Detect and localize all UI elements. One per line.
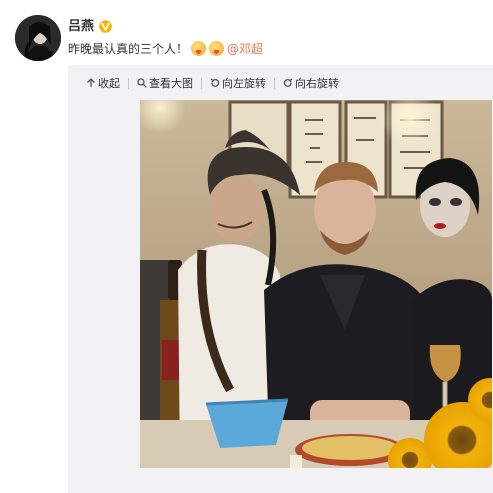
post-photo[interactable] [140, 100, 492, 468]
arrow-up-icon [86, 78, 96, 88]
toolbar-divider [274, 77, 275, 89]
media-panel: 收起 查看大图 向左旋转 向右旋转 [68, 65, 493, 493]
weibo-post: 吕燕 昨晚最认真的三个人！ @邓超 收起 查看大图 向左旋转 向右旋转 [0, 0, 493, 493]
photo-image [140, 100, 492, 468]
rotate-right-label: 向右旋转 [295, 77, 339, 90]
rotate-left-label: 向左旋转 [222, 77, 266, 90]
post-content: 昨晚最认真的三个人！ @邓超 [68, 38, 263, 58]
toolbar-divider [201, 77, 202, 89]
rotate-left-button[interactable]: 向左旋转 [210, 75, 266, 91]
smile-emoji-icon [191, 40, 207, 56]
mention-link[interactable]: @邓超 [227, 40, 263, 57]
rotate-right-button[interactable]: 向右旋转 [283, 75, 339, 91]
verified-badge-icon[interactable] [99, 18, 112, 33]
image-toolbar: 收起 查看大图 向左旋转 向右旋转 [86, 73, 339, 93]
magnifier-icon [137, 78, 147, 88]
author-name[interactable]: 吕燕 [68, 15, 94, 34]
rotate-left-icon [210, 78, 220, 88]
view-large-label: 查看大图 [149, 77, 193, 90]
rotate-right-icon [283, 78, 293, 88]
smile-emoji-icon [209, 40, 225, 56]
post-text: 昨晚最认真的三个人！ [68, 41, 189, 56]
author-row: 吕燕 [68, 14, 112, 34]
collapse-button[interactable]: 收起 [86, 75, 120, 91]
author-avatar[interactable] [15, 15, 61, 61]
view-large-button[interactable]: 查看大图 [137, 75, 193, 91]
toolbar-divider [128, 77, 129, 89]
collapse-label: 收起 [98, 77, 120, 90]
avatar-image [15, 15, 61, 61]
